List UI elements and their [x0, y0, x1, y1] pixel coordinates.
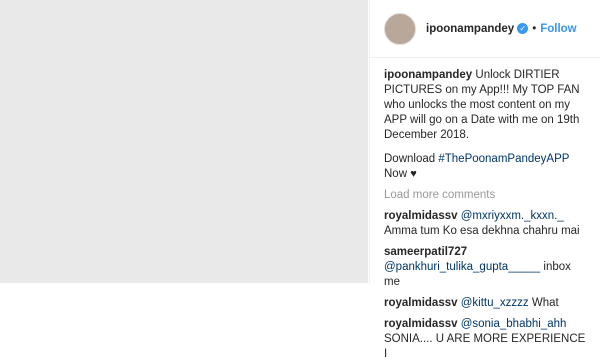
comment-username[interactable]: sameerpatil727 [384, 246, 467, 258]
caption: ipoonampandey Unlock DIRTIER PICTURES on… [384, 68, 586, 143]
comment-text: SONIA.... U ARE MORE EXPERIENCE I [384, 333, 586, 360]
comment-username[interactable]: royalmidassv [384, 297, 458, 309]
comment-text: Amma tum Ko esa dekhna chahru mai [384, 225, 580, 237]
comment-mention[interactable]: @kittu_xzzzz [461, 297, 529, 309]
post-panel: ipoonampandey ✓ • Follow ipoonampandey U… [369, 0, 600, 360]
caption-download-line: Download #ThePoonamPandeyAPP Now ♥ [384, 152, 586, 182]
hashtag-link[interactable]: #ThePoonamPandeyAPP [438, 153, 569, 165]
comment-mention[interactable]: @mxriyxxm._kxxn._ [461, 210, 564, 222]
separator-dot: • [532, 22, 537, 35]
download-suffix: Now [384, 168, 408, 180]
comment-mention[interactable]: @pankhuri_tulika_gupta_____ [384, 261, 540, 273]
comment-mention[interactable]: @sonia_bhabhi_ahh [461, 318, 567, 330]
comment: royalmidassv @mxriyxxm._kxxn._ Amma tum … [384, 209, 586, 239]
post-media-placeholder [0, 0, 368, 283]
comments-area: ipoonampandey Unlock DIRTIER PICTURES on… [370, 58, 600, 362]
comment: royalmidassv @kittu_xzzzz What [384, 296, 586, 311]
avatar[interactable] [384, 12, 416, 45]
verified-badge-icon: ✓ [517, 23, 529, 34]
post-header: ipoonampandey ✓ • Follow [370, 0, 600, 58]
comment: royalmidassv @sonia_bhabhi_ahh SONIA....… [384, 317, 586, 362]
load-more-comments-button[interactable]: Load more comments [384, 188, 586, 203]
comment-text: What [531, 297, 559, 309]
download-prefix: Download [384, 153, 436, 165]
caption-username[interactable]: ipoonampandey [384, 69, 472, 81]
comment-username[interactable]: royalmidassv [384, 210, 458, 222]
comment-username[interactable]: royalmidassv [384, 318, 458, 330]
comment: sameerpatil727 @pankhuri_tulika_gupta___… [384, 245, 586, 290]
follow-button[interactable]: Follow [540, 23, 576, 35]
header-username[interactable]: ipoonampandey [426, 23, 514, 35]
heart-icon: ♥ [410, 168, 417, 180]
